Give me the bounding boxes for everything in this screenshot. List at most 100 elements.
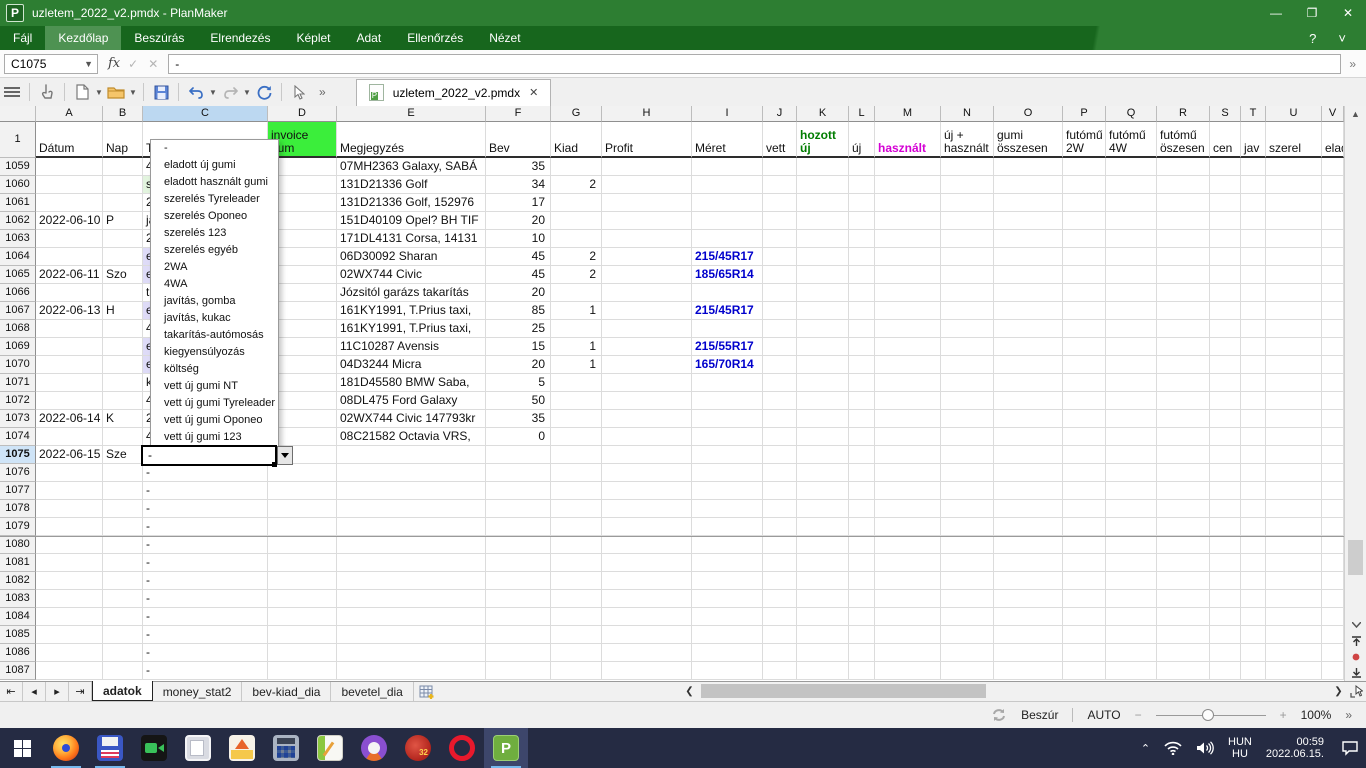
cell-P1076[interactable] (1063, 464, 1106, 482)
cell-C1077[interactable]: - (143, 482, 268, 500)
cell-O1083[interactable] (994, 590, 1063, 608)
cell-U1081[interactable] (1266, 554, 1322, 572)
cell-H1084[interactable] (602, 608, 692, 626)
cell-S1063[interactable] (1210, 230, 1241, 248)
next-sheet-icon[interactable]: ▸ (46, 682, 69, 701)
cell-C1086[interactable]: - (143, 644, 268, 662)
cell-K1080[interactable] (797, 536, 849, 554)
cell-M1084[interactable] (875, 608, 941, 626)
cell-R1082[interactable] (1157, 572, 1210, 590)
cell-H1060[interactable] (602, 176, 692, 194)
cell-A1079[interactable] (36, 518, 103, 536)
cell-E1087[interactable] (337, 662, 486, 680)
ribbon-tab-képlet[interactable]: Képlet (283, 26, 343, 50)
cell-N1067[interactable] (941, 302, 994, 320)
cell-V1081[interactable] (1322, 554, 1344, 572)
cell-S1079[interactable] (1210, 518, 1241, 536)
cell-L1070[interactable] (849, 356, 875, 374)
cell-N1073[interactable] (941, 410, 994, 428)
taskbar-calculator-icon[interactable] (264, 728, 308, 768)
cell-V1075[interactable] (1322, 446, 1344, 464)
cell-L1069[interactable] (849, 338, 875, 356)
spreadsheet-grid[interactable]: ABCDEFGHIJKLMNOPQRSTUV1DátumNapTeinvoice… (0, 106, 1344, 681)
cell-M1073[interactable] (875, 410, 941, 428)
cell-E1082[interactable] (337, 572, 486, 590)
cell-U1075[interactable] (1266, 446, 1322, 464)
document-tab[interactable]: uzletem_2022_v2.pmdx ✕ (356, 79, 552, 106)
cell-G1077[interactable] (551, 482, 602, 500)
cell-P1075[interactable] (1063, 446, 1106, 464)
cell-L1079[interactable] (849, 518, 875, 536)
cell-M1085[interactable] (875, 626, 941, 644)
cell-K1084[interactable] (797, 608, 849, 626)
cell-J1076[interactable] (763, 464, 797, 482)
row-header-1075[interactable]: 1075 (0, 446, 36, 464)
cell-M1066[interactable] (875, 284, 941, 302)
cell-U1076[interactable] (1266, 464, 1322, 482)
header-cell-S1[interactable]: cen (1210, 122, 1241, 158)
cell-A1078[interactable] (36, 500, 103, 518)
cell-M1081[interactable] (875, 554, 941, 572)
row-header-1065[interactable]: 1065 (0, 266, 36, 284)
cell-I1059[interactable] (692, 158, 763, 176)
cell-Q1074[interactable] (1106, 428, 1157, 446)
cell-J1082[interactable] (763, 572, 797, 590)
header-cell-G1[interactable]: Kiad (551, 122, 602, 158)
cell-U1083[interactable] (1266, 590, 1322, 608)
cell-H1063[interactable] (602, 230, 692, 248)
cell-U1074[interactable] (1266, 428, 1322, 446)
cell-B1084[interactable] (103, 608, 143, 626)
cell-K1068[interactable] (797, 320, 849, 338)
cell-B1076[interactable] (103, 464, 143, 482)
cell-R1059[interactable] (1157, 158, 1210, 176)
cell-L1077[interactable] (849, 482, 875, 500)
cell-T1069[interactable] (1241, 338, 1266, 356)
jump-down-icon[interactable] (1348, 666, 1364, 679)
cell-D1086[interactable] (268, 644, 337, 662)
cell-V1084[interactable] (1322, 608, 1344, 626)
cell-V1068[interactable] (1322, 320, 1344, 338)
cell-L1084[interactable] (849, 608, 875, 626)
cell-T1087[interactable] (1241, 662, 1266, 680)
cell-O1060[interactable] (994, 176, 1063, 194)
cell-S1072[interactable] (1210, 392, 1241, 410)
cell-I1078[interactable] (692, 500, 763, 518)
cell-Q1066[interactable] (1106, 284, 1157, 302)
dropdown-item-2[interactable]: eladott használt gumi (151, 174, 278, 191)
cell-T1064[interactable] (1241, 248, 1266, 266)
cell-B1066[interactable] (103, 284, 143, 302)
cell-P1085[interactable] (1063, 626, 1106, 644)
row-header-1076[interactable]: 1076 (0, 464, 36, 482)
cell-G1083[interactable] (551, 590, 602, 608)
cell-H1082[interactable] (602, 572, 692, 590)
cell-S1086[interactable] (1210, 644, 1241, 662)
cell-O1067[interactable] (994, 302, 1063, 320)
cell-G1084[interactable] (551, 608, 602, 626)
cell-P1060[interactable] (1063, 176, 1106, 194)
sheet-tab-bev-kiad_dia[interactable]: bev-kiad_dia (242, 682, 331, 701)
cell-N1061[interactable] (941, 194, 994, 212)
cell-R1069[interactable] (1157, 338, 1210, 356)
taskbar-gallery-app-icon[interactable] (220, 728, 264, 768)
column-header-E[interactable]: E (337, 106, 486, 122)
cell-N1077[interactable] (941, 482, 994, 500)
cell-E1067[interactable]: 161KY1991, T.Prius taxi, (337, 302, 486, 320)
cell-T1076[interactable] (1241, 464, 1266, 482)
header-cell-H1[interactable]: Profit (602, 122, 692, 158)
cell-H1083[interactable] (602, 590, 692, 608)
cell-M1062[interactable] (875, 212, 941, 230)
cell-F1066[interactable]: 20 (486, 284, 551, 302)
cell-H1070[interactable] (602, 356, 692, 374)
column-header-U[interactable]: U (1266, 106, 1322, 122)
cell-Q1059[interactable] (1106, 158, 1157, 176)
dropdown-item-4[interactable]: szerelés Oponeo (151, 208, 278, 225)
cell-E1071[interactable]: 181D45580 BMW Saba, (337, 374, 486, 392)
row-header-1[interactable]: 1 (0, 122, 36, 158)
header-cell-F1[interactable]: Bev (486, 122, 551, 158)
cell-S1083[interactable] (1210, 590, 1241, 608)
dropdown-item-7[interactable]: 2WA (151, 259, 278, 276)
cell-I1071[interactable] (692, 374, 763, 392)
cell-G1062[interactable] (551, 212, 602, 230)
cell-U1059[interactable] (1266, 158, 1322, 176)
cell-S1082[interactable] (1210, 572, 1241, 590)
